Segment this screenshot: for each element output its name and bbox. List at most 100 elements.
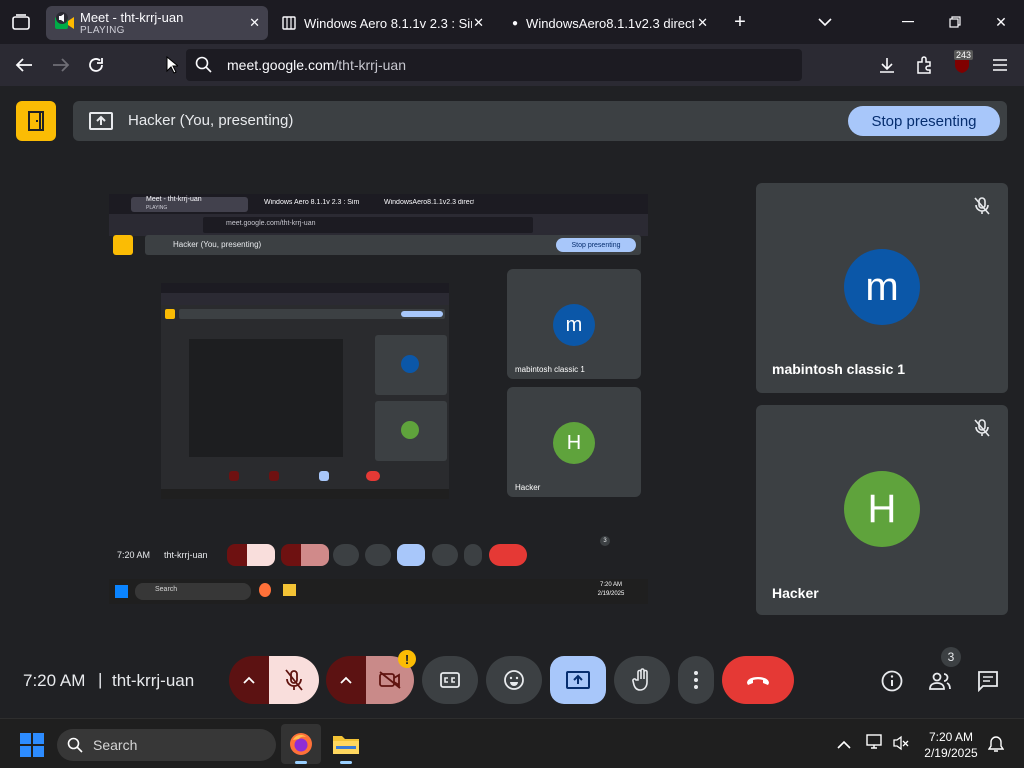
audio-options-button[interactable]	[229, 656, 269, 704]
back-icon[interactable]	[11, 53, 37, 77]
tab-list-icon[interactable]	[8, 10, 34, 34]
menu-icon[interactable]	[987, 53, 1013, 77]
shared-tab-status: PLAYING	[146, 205, 168, 211]
present-screen-icon	[566, 671, 590, 689]
taskbar-clock[interactable]: 7:20 AM 2/19/2025	[920, 729, 982, 761]
close-tab-icon[interactable]: ✕	[473, 15, 484, 31]
meet-favicon-icon	[54, 12, 76, 34]
download-icon[interactable]	[874, 53, 900, 77]
tab-title: Meet - tht-krrj-uan	[80, 10, 184, 25]
nested-screen-preview	[161, 283, 449, 499]
clock-time: 7:20 AM	[928, 730, 974, 744]
shared-tab-title: Windows Aero 8.1.1v 2.3 : Simp	[264, 199, 359, 206]
tab-title: WindowsAero8.1.1v2.3 director	[526, 15, 695, 31]
present-now-button[interactable]	[550, 656, 606, 704]
shared-participant-name: mabintosh classic 1	[515, 365, 585, 374]
forward-icon[interactable]	[48, 53, 74, 77]
video-options-button[interactable]	[326, 656, 366, 704]
shared-exit-icon	[113, 235, 133, 255]
file-explorer-taskbar-icon[interactable]	[326, 724, 366, 764]
shared-search-label: Search	[155, 586, 178, 593]
windows-start-icon[interactable]	[20, 733, 44, 762]
shared-participant-tile: H Hacker	[507, 387, 641, 497]
hand-icon	[632, 668, 648, 691]
mic-off-icon	[285, 669, 303, 691]
tab-windows-aero-directory[interactable]: ● WindowsAero8.1.1v2.3 director ✕	[504, 6, 716, 40]
taskbar-search[interactable]: Search	[57, 729, 276, 761]
shared-participant-tile: m mabintosh classic 1	[507, 269, 641, 379]
firefox-icon	[290, 733, 312, 755]
browser-tab-strip: Meet - tht-krrj-uan PLAYING ✕ Windows Ae…	[0, 0, 1024, 44]
notification-bell-icon[interactable]	[987, 735, 1005, 758]
chat-button[interactable]	[973, 666, 1003, 696]
microphone-toggle-button[interactable]	[269, 656, 319, 704]
shared-tab-title: Meet - tht-krrj-uan	[146, 196, 202, 203]
participant-name: mabintosh classic 1	[772, 361, 906, 377]
url-host: meet.google.com	[227, 57, 335, 73]
leave-call-button[interactable]	[722, 656, 794, 704]
close-tab-icon[interactable]: ✕	[697, 15, 708, 31]
tab-title: Windows Aero 8.1.1v 2.3 : Simpl	[304, 15, 472, 31]
shared-url: meet.google.com/tht-krrj-uan	[226, 220, 316, 227]
ublock-icon[interactable]: 243	[949, 50, 975, 77]
search-icon	[67, 737, 83, 758]
chevron-up-icon[interactable]	[837, 736, 851, 754]
shared-meeting-code: tht-krrj-uan	[164, 550, 208, 560]
mouse-cursor-icon	[166, 55, 180, 79]
shared-nav-bar: meet.google.com/tht-krrj-uan	[109, 214, 648, 236]
meeting-details-button[interactable]	[877, 666, 907, 696]
meeting-code: tht-krrj-uan	[112, 671, 195, 690]
avatar: H	[844, 471, 920, 547]
tab-meet[interactable]: Meet - tht-krrj-uan PLAYING ✕	[46, 6, 268, 40]
restore-icon[interactable]	[940, 10, 970, 34]
captions-button[interactable]	[422, 656, 478, 704]
minimize-icon[interactable]	[893, 10, 923, 34]
shared-clock-time: 7:20 AM	[599, 582, 622, 588]
presenting-label: Hacker (You, presenting)	[128, 112, 294, 129]
participant-tile[interactable]: m mabintosh classic 1	[756, 183, 1008, 393]
meet-content: Hacker (You, presenting) Stop presenting…	[0, 86, 1024, 718]
tab-playing-status: PLAYING	[80, 25, 125, 36]
chevron-up-icon	[340, 676, 352, 684]
separator: |	[98, 670, 103, 689]
volume-muted-icon[interactable]	[893, 735, 909, 756]
tab-windows-aero[interactable]: Windows Aero 8.1.1v 2.3 : Simpl ✕	[274, 6, 492, 40]
taskbar-search-label: Search	[93, 737, 138, 753]
chevron-down-icon[interactable]	[810, 10, 840, 34]
exit-door-button[interactable]	[16, 101, 56, 141]
present-screen-icon	[89, 112, 113, 135]
document-icon	[282, 16, 296, 30]
reload-icon[interactable]	[83, 53, 109, 77]
folder-icon	[333, 736, 359, 754]
address-bar[interactable]: meet.google.com/tht-krrj-uan	[186, 49, 802, 81]
extensions-icon[interactable]	[911, 53, 937, 77]
reactions-button[interactable]	[486, 656, 542, 704]
presentation-bar: Hacker (You, presenting) Stop presenting	[73, 101, 1007, 141]
browser-nav-bar: meet.google.com/tht-krrj-uan 243	[0, 44, 1024, 86]
chat-icon	[978, 671, 998, 692]
more-vert-icon	[694, 671, 698, 689]
shared-presentation-bar: Hacker (You, presenting) Stop presenting	[145, 235, 641, 255]
camera-toggle-button[interactable]: !	[366, 650, 416, 704]
end-call-icon	[747, 677, 769, 685]
people-button[interactable]: 3	[925, 647, 961, 696]
shared-participant-count: 3	[600, 536, 610, 546]
close-window-icon[interactable]: ✕	[986, 10, 1016, 34]
raise-hand-button[interactable]	[614, 656, 670, 704]
shared-presenting-label: Hacker (You, presenting)	[173, 240, 262, 249]
shared-taskbar: Search 7:20 AM 2/19/2025	[109, 579, 648, 604]
network-icon[interactable]	[866, 734, 884, 755]
close-tab-icon[interactable]: ✕	[249, 15, 260, 31]
notification-badge: 243	[954, 50, 974, 60]
more-options-button[interactable]	[678, 656, 714, 704]
meeting-controls: 7:20 AM | tht-krrj-uan ! 3	[0, 634, 1024, 718]
stop-presenting-button[interactable]: Stop presenting	[848, 106, 1000, 136]
people-icon	[929, 672, 951, 690]
new-tab-button[interactable]: +	[725, 10, 755, 34]
mic-off-icon	[974, 419, 990, 442]
firefox-taskbar-icon[interactable]	[281, 724, 321, 764]
participant-name: Hacker	[772, 585, 819, 601]
participant-count-badge: 3	[941, 647, 961, 667]
warning-icon: !	[398, 650, 416, 668]
participant-tile[interactable]: H Hacker	[756, 405, 1008, 615]
